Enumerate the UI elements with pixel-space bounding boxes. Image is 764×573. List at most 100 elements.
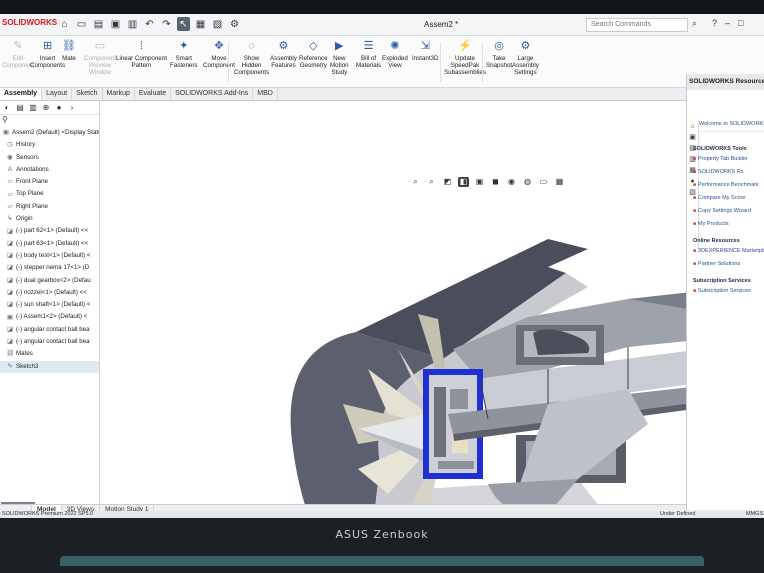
tree-item[interactable]: A Annotations: [0, 164, 99, 176]
task-pane-link[interactable]: ■ Subscription Services: [693, 288, 764, 295]
search-icon[interactable]: ⌕: [692, 18, 697, 29]
redo-icon[interactable]: ↷: [160, 17, 173, 31]
print-icon[interactable]: ▥: [126, 17, 139, 31]
task-pane-link[interactable]: ■ Copy Settings Wizard: [693, 208, 764, 215]
dimxpert-icon[interactable]: ⊕: [41, 103, 51, 113]
tree-item[interactable]: ◪ (-) stepper nema 17<1> (D: [0, 262, 99, 274]
tree-item[interactable]: ◪ (-) nozzel<1> (Default) <<: [0, 287, 99, 299]
ribbon-button-update-speedpak-subassemblies[interactable]: ⚡ Update SpeedPak Subassemblies: [444, 39, 486, 76]
new-document-icon[interactable]: ▭: [75, 17, 88, 31]
link-bullet-icon: ■: [693, 288, 697, 294]
tree-item-label: History: [16, 141, 36, 149]
graphics-viewport[interactable]: ⌕ ⌕ ◩ ◧ ▣ ◼ ◉ ◍ ▭ ▦: [100, 101, 764, 518]
status-units[interactable]: MMGS: [746, 511, 763, 517]
ribbon-button-mate[interactable]: ⛓ Mate: [62, 39, 76, 62]
tree-item[interactable]: ◪ (-) body test<1> (Default) <: [0, 250, 99, 262]
tree-item[interactable]: ⛓ Mates: [0, 348, 99, 360]
tab-mbd[interactable]: MBD: [253, 88, 278, 100]
tree-item[interactable]: ↳ Origin: [0, 213, 99, 225]
file-properties-icon[interactable]: ▧: [211, 17, 224, 31]
rebuild-icon[interactable]: ▦: [194, 17, 207, 31]
ribbon-button-insert-components[interactable]: ⊞ Insert Components: [30, 39, 65, 69]
ribbon-button-assembly-features[interactable]: ⚙ Assembly Features: [270, 39, 297, 69]
ribbon-button-reference-geometry[interactable]: ◇ Reference Geometry: [299, 39, 328, 69]
tree-item[interactable]: ◪ (-) part 63<1> (Default) <<: [0, 238, 99, 250]
ribbon-button-label: Exploded View: [382, 55, 408, 69]
display-manager-icon[interactable]: ●: [54, 103, 64, 113]
ribbon-button-show-hidden-components[interactable]: ◌ Show Hidden Components: [234, 39, 269, 76]
tree-item[interactable]: ◪ (-) part 62<1> (Default) <<: [0, 225, 99, 237]
undo-icon[interactable]: ↶: [143, 17, 156, 31]
view-orientation-icon[interactable]: ▣: [474, 177, 485, 187]
task-pane-link[interactable]: ■ SOLIDWORKS Rx: [693, 169, 764, 176]
configuration-manager-icon[interactable]: ▥: [28, 103, 38, 113]
task-pane-link[interactable]: ■ Performance Benchmark: [693, 182, 764, 189]
ribbon-button-label: Component Preview Window: [84, 55, 116, 76]
hide-show-icon[interactable]: ◉: [506, 177, 517, 187]
tree-item[interactable]: ◷ History: [0, 139, 99, 151]
tab-assembly[interactable]: Assembly: [0, 88, 43, 100]
tree-item[interactable]: ▱ Top Plane: [0, 188, 99, 200]
tree-item[interactable]: ◪ (-) angular contact ball bea: [0, 324, 99, 336]
solidworks-logo[interactable]: SOLIDWORKS: [2, 18, 57, 27]
tab-solidworks-add-ins[interactable]: SOLIDWORKS Add-Ins: [171, 88, 254, 100]
home-icon[interactable]: ⌂: [58, 17, 71, 31]
ribbon-button-component-preview-window[interactable]: ▭ Component Preview Window: [84, 39, 116, 76]
view-settings-icon[interactable]: ▦: [554, 177, 565, 187]
tab-markup[interactable]: Markup: [103, 88, 135, 100]
save-icon[interactable]: ▣: [109, 17, 122, 31]
display-style-icon[interactable]: ◼: [490, 177, 501, 187]
tree-item[interactable]: ✎ Sketch3: [0, 360, 99, 373]
edit-appearance-icon[interactable]: ◍: [522, 177, 533, 187]
ribbon-button-label: Reference Geometry: [299, 55, 328, 69]
previous-view-icon[interactable]: ◩: [442, 177, 453, 187]
tree-item[interactable]: ◪ (-) dual gearbox<2> (Defau: [0, 275, 99, 287]
tree-item[interactable]: ◉ Sensors: [0, 152, 99, 164]
tab-evaluate[interactable]: Evaluate: [135, 88, 172, 100]
task-pane-link[interactable]: ■ My Products: [693, 221, 764, 228]
feature-manager-icon[interactable]: ◐: [2, 103, 12, 113]
ribbon-button-smart-fasteners[interactable]: ✦ Smart Fasteners: [170, 39, 198, 69]
ribbon-button-move-component[interactable]: ✥ Move Component: [203, 39, 235, 69]
solidworks-window: SOLIDWORKS ⌂ ▭ ▤ ▣ ▥ ↶ ↷ ↖ ▦ ▧ ⚙ Assem2 …: [0, 14, 764, 518]
task-pane-link[interactable]: ■ Property Tab Builder: [693, 156, 764, 163]
task-pane-link[interactable]: ■ Compare My Score: [693, 195, 764, 202]
open-icon[interactable]: ▤: [92, 17, 105, 31]
options-gear-icon[interactable]: ⚙: [228, 17, 241, 31]
tree-item[interactable]: ◪ (-) sun shaft<1> (Default) <: [0, 299, 99, 311]
tree-item[interactable]: ▱ Front Plane: [0, 176, 99, 188]
ribbon-button-take-snapshot[interactable]: ◎ Take Snapshot: [486, 39, 512, 69]
tab-sketch[interactable]: Sketch: [72, 88, 103, 100]
tree-item-label: Right Plane: [16, 202, 48, 210]
tree-item[interactable]: ▣ Assem2 (Default) <Display State: [0, 127, 99, 139]
tree-item[interactable]: ▱ Right Plane: [0, 201, 99, 213]
zoom-to-fit-icon[interactable]: ⌕: [410, 177, 421, 187]
filter-icon[interactable]: ⚲: [0, 115, 99, 127]
search-commands-input[interactable]: Search Commands: [586, 18, 688, 32]
ribbon-button-large-assembly-settings[interactable]: ⚙ Large Assembly Settings: [512, 39, 539, 76]
task-pane-link[interactable]: ■ Partner Solutions: [693, 261, 764, 268]
expand-arrow-icon[interactable]: ›: [67, 103, 77, 113]
tree-item[interactable]: ◪ (-) angular contact ball bea: [0, 336, 99, 348]
ribbon-button-exploded-view[interactable]: ✺ Exploded View: [382, 39, 408, 69]
section-view-icon[interactable]: ◧: [458, 177, 469, 187]
tab-layout[interactable]: Layout: [42, 88, 73, 100]
minimize-icon[interactable]: –: [725, 18, 730, 28]
tree-item-label: (-) dual gearbox<2> (Defau: [16, 276, 91, 284]
link-bullet-icon: ■: [693, 195, 697, 201]
help-icon[interactable]: ?: [712, 18, 717, 28]
ribbon-button-new-motion-study[interactable]: ▶ New Motion Study: [330, 39, 349, 76]
task-pane-link[interactable]: ■3DEXPERIENCE Marketplace: [693, 248, 764, 255]
ribbon-button-linearcomponent-pattern[interactable]: ⁞ Linear Component Pattern: [116, 39, 167, 69]
zoom-area-icon[interactable]: ⌕: [426, 177, 437, 187]
ribbon-button-instant3d[interactable]: ⇲ Instant3D: [412, 39, 438, 62]
home-tab-icon[interactable]: ⌂: [688, 122, 697, 131]
maximize-icon[interactable]: □: [738, 18, 743, 28]
task-pane-welcome[interactable]: Welcome to SOLIDWORKS: [699, 121, 764, 132]
ribbon-button-billof-materials[interactable]: ☰ Bill of Materials: [356, 39, 381, 69]
tree-item[interactable]: ▣ (-) Assem1<2> (Default) <: [0, 311, 99, 323]
tree-item-label: Origin: [16, 215, 33, 223]
apply-scene-icon[interactable]: ▭: [538, 177, 549, 187]
select-cursor-icon[interactable]: ↖: [177, 17, 190, 31]
property-manager-icon[interactable]: ▤: [15, 103, 25, 113]
